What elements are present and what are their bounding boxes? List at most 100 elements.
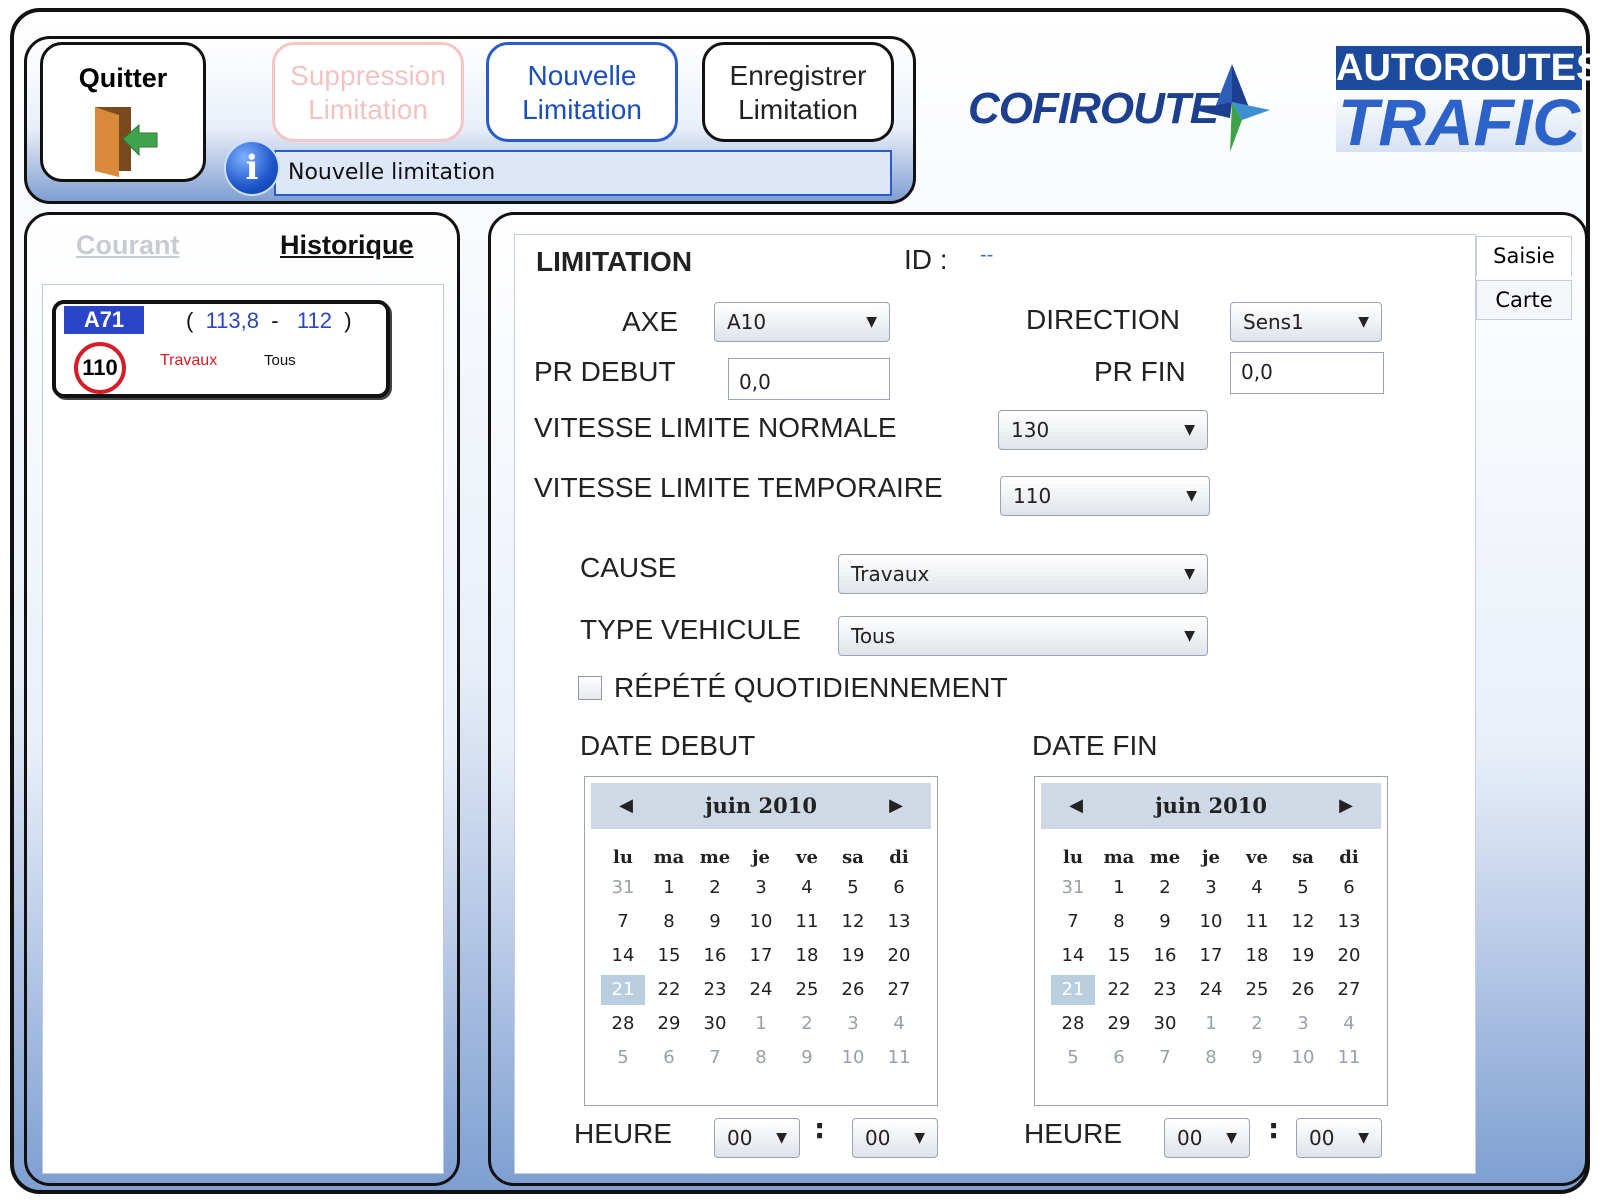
- save-limitation-button[interactable]: Enregistrer Limitation: [702, 42, 894, 142]
- new-limitation-button[interactable]: Nouvelle Limitation: [486, 42, 678, 142]
- calendar-day[interactable]: 11: [1235, 907, 1279, 937]
- pr-fin-input[interactable]: 0,0: [1230, 352, 1384, 394]
- calendar-day[interactable]: 3: [739, 873, 783, 903]
- calendar-day[interactable]: 9: [693, 907, 737, 937]
- calendar-day[interactable]: 24: [739, 975, 783, 1005]
- calendar-day[interactable]: 16: [693, 941, 737, 971]
- calendar-day[interactable]: 31: [601, 873, 645, 903]
- cause-select[interactable]: Travaux ▼: [838, 554, 1208, 594]
- calendar-day[interactable]: 12: [1281, 907, 1325, 937]
- calendar-day[interactable]: 7: [601, 907, 645, 937]
- calendar-day[interactable]: 19: [1281, 941, 1325, 971]
- calendar-month-title[interactable]: juin 2010: [705, 793, 817, 818]
- axe-select[interactable]: A10 ▼: [714, 302, 890, 342]
- calendar-day[interactable]: 15: [647, 941, 691, 971]
- direction-select[interactable]: Sens1 ▼: [1230, 302, 1382, 342]
- delete-limitation-button[interactable]: Suppression Limitation: [272, 42, 464, 142]
- calendar-day[interactable]: 28: [601, 1009, 645, 1039]
- prev-month-icon[interactable]: ◀: [609, 783, 643, 829]
- calendar-day[interactable]: 4: [877, 1009, 921, 1039]
- calendar-day[interactable]: 3: [1281, 1009, 1325, 1039]
- calendar-day[interactable]: 5: [1281, 873, 1325, 903]
- calendar-day[interactable]: 8: [739, 1043, 783, 1073]
- end-minute-select[interactable]: 00 ▼: [1296, 1118, 1382, 1158]
- calendar-day[interactable]: 3: [831, 1009, 875, 1039]
- calendar-day[interactable]: 8: [1189, 1043, 1233, 1073]
- tab-courant[interactable]: Courant: [76, 230, 180, 261]
- calendar-day[interactable]: 10: [739, 907, 783, 937]
- quit-button[interactable]: Quitter: [40, 42, 206, 182]
- repeat-daily-checkbox[interactable]: [578, 676, 602, 700]
- tab-saisie[interactable]: Saisie: [1476, 236, 1572, 276]
- calendar-day[interactable]: 7: [693, 1043, 737, 1073]
- calendar-day[interactable]: 28: [1051, 1009, 1095, 1039]
- calendar-day[interactable]: 27: [877, 975, 921, 1005]
- end-hour-select[interactable]: 00 ▼: [1164, 1118, 1250, 1158]
- calendar-day[interactable]: 1: [647, 873, 691, 903]
- date-debut-calendar[interactable]: ◀ juin 2010 ▶ lu ma me je ve sa di 31 1 2 3 4 5 6 7 8 9 10 11…: [584, 776, 938, 1106]
- calendar-day[interactable]: 20: [877, 941, 921, 971]
- calendar-day[interactable]: 10: [1189, 907, 1233, 937]
- calendar-day[interactable]: 22: [647, 975, 691, 1005]
- calendar-day[interactable]: 22: [1097, 975, 1141, 1005]
- calendar-day[interactable]: 2: [1143, 873, 1187, 903]
- calendar-day[interactable]: 14: [1051, 941, 1095, 971]
- calendar-day[interactable]: 17: [1189, 941, 1233, 971]
- calendar-day[interactable]: 18: [1235, 941, 1279, 971]
- calendar-day[interactable]: 7: [1143, 1043, 1187, 1073]
- calendar-day[interactable]: 9: [785, 1043, 829, 1073]
- calendar-day[interactable]: 18: [785, 941, 829, 971]
- calendar-day[interactable]: 2: [693, 873, 737, 903]
- calendar-day-selected[interactable]: 21: [601, 975, 645, 1005]
- calendar-day[interactable]: 4: [1235, 873, 1279, 903]
- calendar-day[interactable]: 12: [831, 907, 875, 937]
- calendar-day[interactable]: 13: [877, 907, 921, 937]
- calendar-day[interactable]: 6: [647, 1043, 691, 1073]
- calendar-day[interactable]: 5: [1051, 1043, 1095, 1073]
- calendar-day[interactable]: 6: [1327, 873, 1371, 903]
- calendar-day[interactable]: 16: [1143, 941, 1187, 971]
- calendar-day[interactable]: 15: [1097, 941, 1141, 971]
- calendar-day[interactable]: 31: [1051, 873, 1095, 903]
- calendar-day[interactable]: 14: [601, 941, 645, 971]
- calendar-day[interactable]: 3: [1189, 873, 1233, 903]
- vitesse-normale-select[interactable]: 130 ▼: [998, 410, 1208, 450]
- next-month-icon[interactable]: ▶: [1329, 783, 1363, 829]
- calendar-day[interactable]: 25: [785, 975, 829, 1005]
- calendar-day[interactable]: 11: [785, 907, 829, 937]
- tab-carte[interactable]: Carte: [1476, 280, 1572, 320]
- calendar-day[interactable]: 8: [647, 907, 691, 937]
- calendar-day[interactable]: 8: [1097, 907, 1141, 937]
- calendar-day[interactable]: 5: [831, 873, 875, 903]
- calendar-day[interactable]: 30: [693, 1009, 737, 1039]
- calendar-day[interactable]: 2: [1235, 1009, 1279, 1039]
- vitesse-temp-select[interactable]: 110 ▼: [1000, 476, 1210, 516]
- calendar-day[interactable]: 23: [693, 975, 737, 1005]
- calendar-day[interactable]: 29: [1097, 1009, 1141, 1039]
- calendar-day[interactable]: 24: [1189, 975, 1233, 1005]
- calendar-day[interactable]: 4: [785, 873, 829, 903]
- calendar-day[interactable]: 20: [1327, 941, 1371, 971]
- calendar-day[interactable]: 2: [785, 1009, 829, 1039]
- calendar-day[interactable]: 6: [877, 873, 921, 903]
- type-vehicule-select[interactable]: Tous ▼: [838, 616, 1208, 656]
- calendar-day[interactable]: 9: [1235, 1043, 1279, 1073]
- calendar-month-title[interactable]: juin 2010: [1155, 793, 1267, 818]
- start-minute-select[interactable]: 00 ▼: [852, 1118, 938, 1158]
- calendar-day[interactable]: 30: [1143, 1009, 1187, 1039]
- calendar-day[interactable]: 5: [601, 1043, 645, 1073]
- prev-month-icon[interactable]: ◀: [1059, 783, 1093, 829]
- calendar-day[interactable]: 25: [1235, 975, 1279, 1005]
- calendar-day[interactable]: 9: [1143, 907, 1187, 937]
- calendar-day[interactable]: 27: [1327, 975, 1371, 1005]
- calendar-day[interactable]: 1: [1189, 1009, 1233, 1039]
- calendar-day[interactable]: 6: [1097, 1043, 1141, 1073]
- calendar-day[interactable]: 4: [1327, 1009, 1371, 1039]
- calendar-day[interactable]: 23: [1143, 975, 1187, 1005]
- calendar-day[interactable]: 26: [1281, 975, 1325, 1005]
- tab-historique[interactable]: Historique: [280, 230, 414, 261]
- calendar-day[interactable]: 10: [1281, 1043, 1325, 1073]
- calendar-day[interactable]: 19: [831, 941, 875, 971]
- calendar-day[interactable]: 29: [647, 1009, 691, 1039]
- calendar-day[interactable]: 13: [1327, 907, 1371, 937]
